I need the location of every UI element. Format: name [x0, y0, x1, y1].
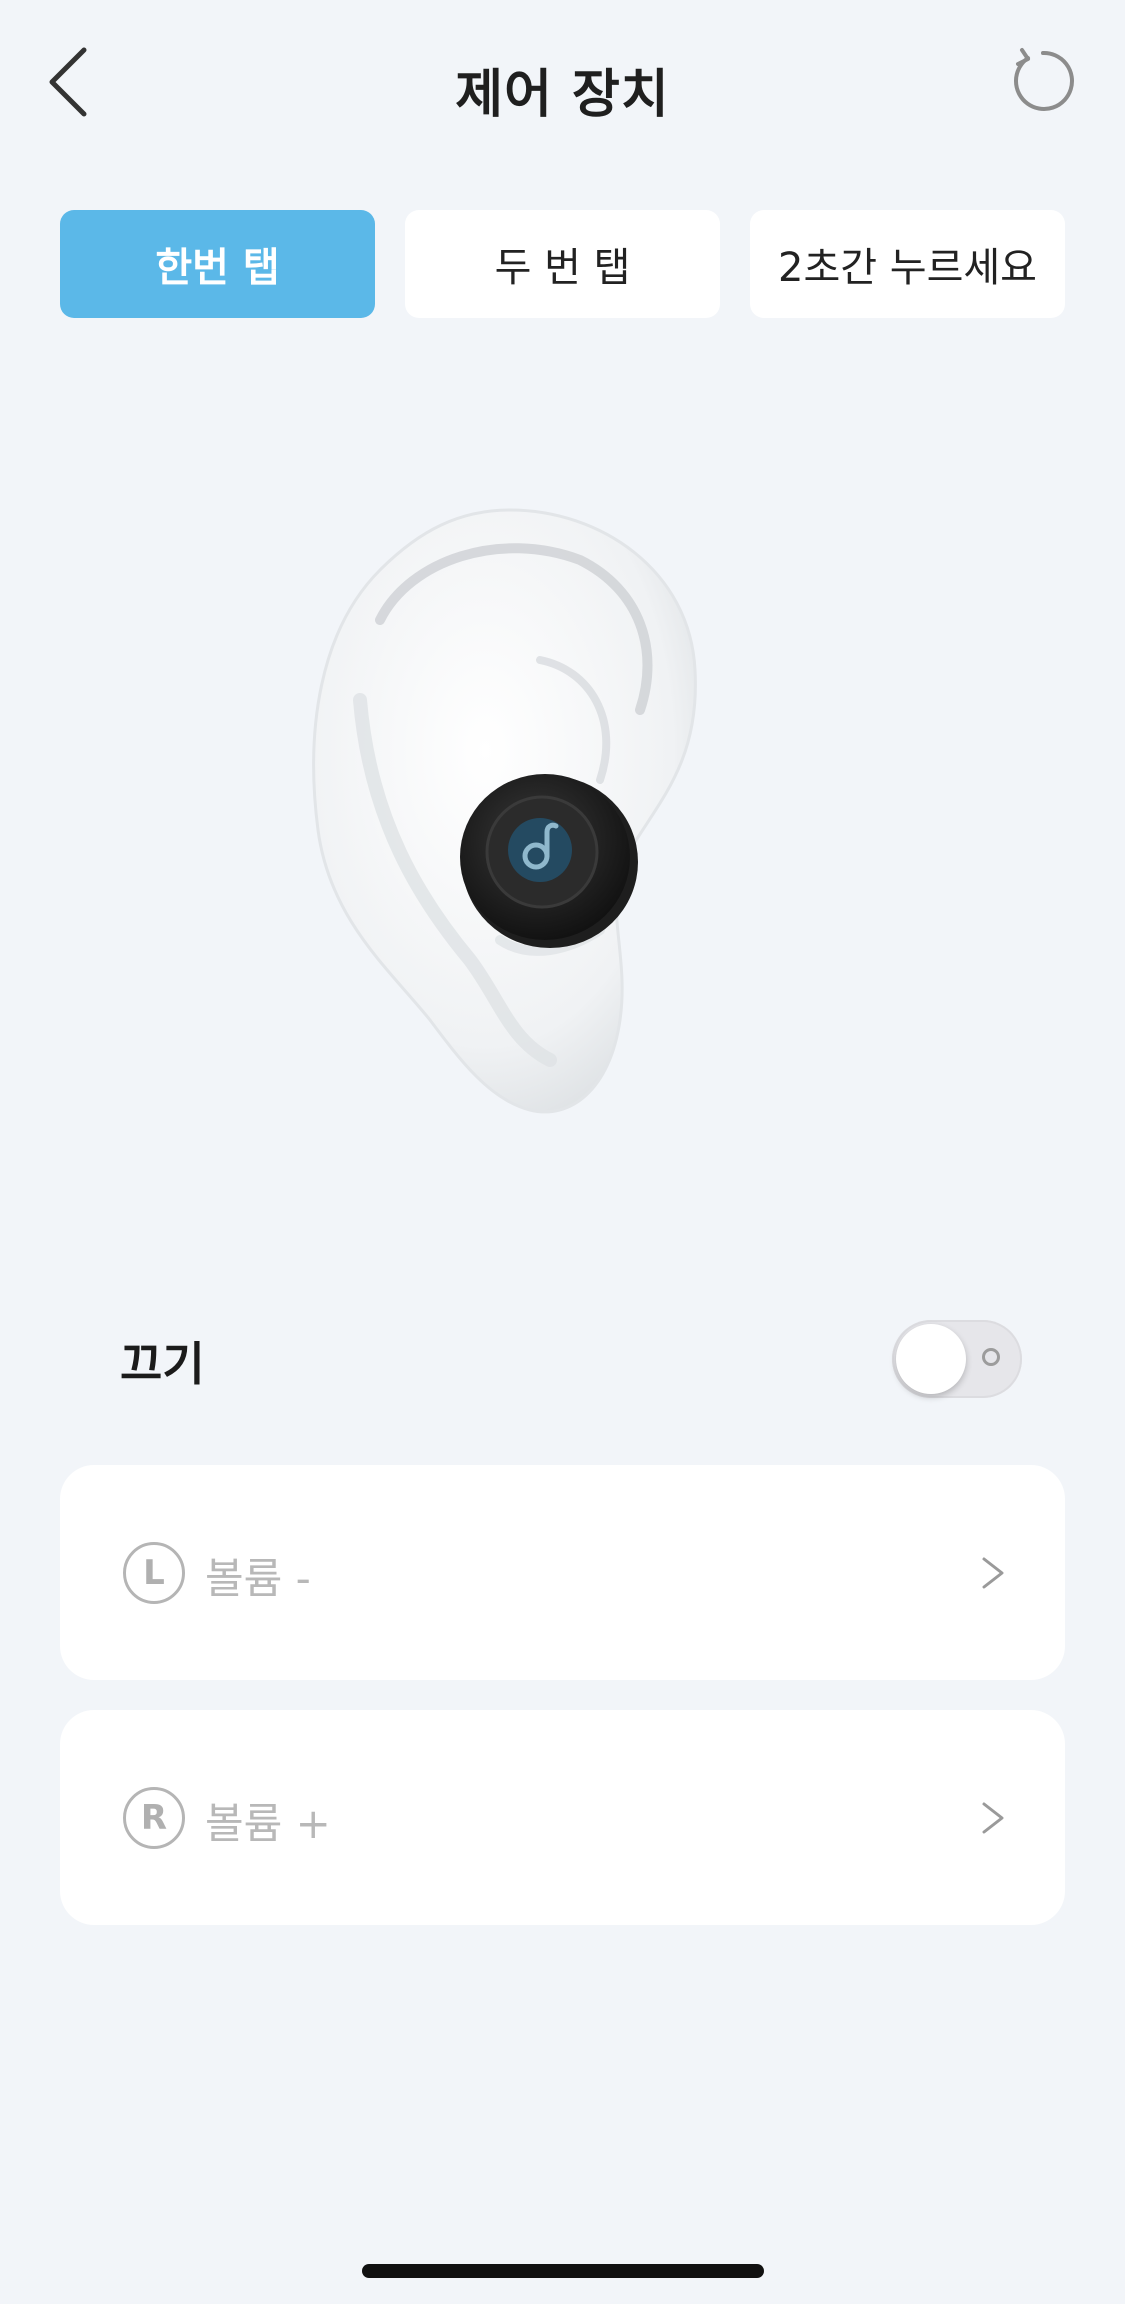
toggle-off-indicator-icon [982, 1348, 1000, 1366]
right-side-badge: R [123, 1787, 185, 1849]
tab-double-tap[interactable]: 두 번 탭 [405, 210, 720, 318]
reset-button[interactable] [1008, 46, 1078, 116]
tab-press-hold[interactable]: 2초간 누르세요 [750, 210, 1065, 318]
left-side-badge: L [123, 1542, 185, 1604]
right-action-label: 볼륨 + [205, 1799, 331, 1848]
left-action-label: 볼륨 - [205, 1554, 311, 1603]
chevron-right-icon [982, 1802, 1004, 1834]
chevron-right-icon [982, 1557, 1004, 1589]
off-toggle-switch[interactable] [892, 1320, 1022, 1398]
off-toggle-row: 끄기 [60, 1300, 1065, 1420]
top-bar: 제어 장치 [0, 0, 1125, 170]
left-earbud-action-card[interactable]: L 볼륨 - [60, 1465, 1065, 1680]
gesture-tabs: 한번 탭 두 번 탭 2초간 누르세요 [60, 210, 1065, 318]
right-earbud-action-card[interactable]: R 볼륨 + [60, 1710, 1065, 1925]
toggle-label: 끄기 [120, 1337, 205, 1391]
toggle-knob [896, 1324, 966, 1394]
page-title: 제어 장치 [455, 65, 670, 125]
tab-single-tap[interactable]: 한번 탭 [60, 210, 375, 318]
home-indicator[interactable] [362, 2264, 764, 2278]
ear-earbud-illustration [300, 500, 720, 1140]
reset-icon [1014, 48, 1074, 111]
